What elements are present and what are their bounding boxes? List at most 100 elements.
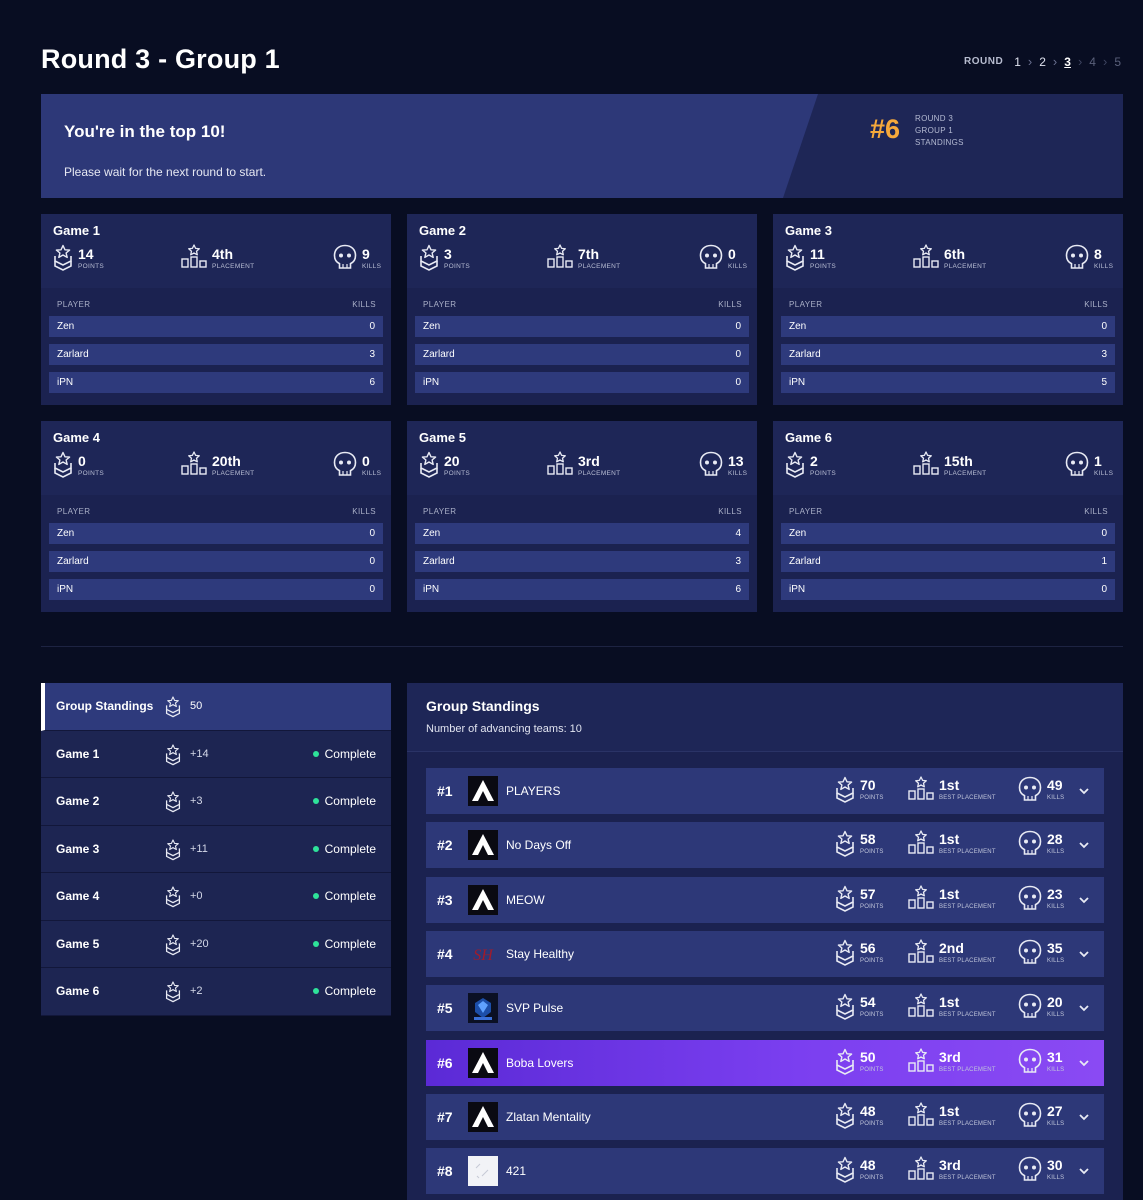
side-item-game-1[interactable]: Game 1 +14 Complete [41,730,391,778]
team-row[interactable]: #1 PLAYERS 70 POINTS 1st BEST PLACEMENT 49… [426,768,1104,814]
team-points: 58 [860,831,876,848]
points-label: POINTS [860,795,884,801]
placement-podium-icon [908,884,934,913]
points-value: 2 [810,453,818,469]
team-row[interactable]: #4 SH Stay Healthy 56 POINTS 2nd BEST PLAC… [426,930,1104,977]
placement-podium-icon [181,451,207,479]
game-card-header: Game 1 14 POINTS 4th PLACEMENT 9 KILLS [41,214,391,288]
player-name: iPN [423,377,440,388]
best-placement-label: BEST PLACEMENT [939,903,996,910]
player-name: Zen [423,321,441,332]
round-link-3[interactable]: 3 [1064,55,1071,69]
player-kills: 3 [1101,349,1107,360]
chevron-down-icon[interactable] [1078,838,1090,850]
game-card: Game 1 14 POINTS 4th PLACEMENT 9 KILLS PLAY… [41,214,391,405]
team-points-stat: 58 POINTS [835,830,884,858]
best-placement-label: BEST PLACEMENT [939,795,996,801]
team-points-stat: 48 POINTS [835,1102,884,1130]
player-name: iPN [57,377,74,388]
round-link-2[interactable]: 2 [1039,55,1046,69]
round-link-1[interactable]: 1 [1014,55,1021,69]
team-kills: 31 [1047,1048,1063,1065]
best-placement-label: BEST PLACEMENT [939,957,996,964]
side-item-game-3[interactable]: Game 3 +11 Complete [41,825,391,873]
team-row[interactable]: #3 MEOW 57 POINTS 1st BEST PLACEMENT 23 KIL… [426,876,1104,923]
points-icon [835,1102,855,1130]
team-best-placement: 1st [939,885,960,902]
kills-value: 1 [1094,453,1102,469]
player-kills: 0 [1101,584,1107,595]
game-card-header: Game 4 0 POINTS 20th PLACEMENT 0 KILLS [41,421,391,495]
side-item-game-6[interactable]: Game 6 +2 Complete [41,968,391,1016]
side-item-game-4[interactable]: Game 4 +0 Complete [41,873,391,921]
player-name: iPN [423,584,440,595]
player-row: Zarlard 3 [781,344,1115,365]
team-kills-stat: 28 KILLS [1018,830,1064,858]
kills-column-header: KILLS [718,300,742,309]
side-item-game-2[interactable]: Game 2 +3 Complete [41,778,391,826]
status-dot-icon [312,750,319,757]
player-row: Zen 0 [49,316,383,337]
team-kills: 23 [1047,885,1063,902]
team-best-placement: 3rd [939,1048,961,1065]
points-icon [165,743,181,767]
team-name: 421 [506,1164,527,1179]
player-row: Zen 0 [415,316,749,337]
side-item-label: Game 5 [56,936,100,951]
chevron-down-icon[interactable] [1078,893,1090,905]
player-kills: 6 [735,584,741,595]
player-name: iPN [789,377,806,388]
team-row[interactable]: #7 Zlatan Mentality 48 POINTS 1st BEST PLA… [426,1093,1104,1140]
game-placement-stat: 6th PLACEMENT [913,244,986,272]
chevron-down-icon[interactable] [1078,1110,1090,1122]
team-name: Boba Lovers [506,1055,574,1070]
team-best-placement: 3rd [939,1157,961,1174]
team-points: 48 [860,1157,876,1174]
points-icon [165,790,181,814]
team-placement-stat: 3rd BEST PLACEMENT [908,1047,996,1076]
team-row[interactable]: #2 No Days Off 58 POINTS 1st BEST PLACEMEN… [426,822,1104,869]
team-kills: 49 [1047,777,1063,793]
chevron-down-icon[interactable] [1078,1164,1090,1176]
placement-label: PLACEMENT [212,470,255,477]
points-icon [835,1048,855,1076]
side-item-game-5[interactable]: Game 5 +20 Complete [41,920,391,968]
team-row[interactable]: #5 SVP Pulse 54 POINTS 1st BEST PLACEMENT … [426,985,1104,1032]
best-placement-label: BEST PLACEMENT [939,1120,996,1127]
team-row[interactable]: #6 Boba Lovers 50 POINTS 3rd BEST PLACEMEN… [426,1039,1104,1086]
best-placement-label: BEST PLACEMENT [939,1066,996,1073]
chevron-down-icon[interactable] [1078,784,1090,796]
placement-label: PLACEMENT [944,470,987,477]
round-nav-label: ROUND [964,56,1004,67]
side-item-group-standings[interactable]: Group Standings 50 [41,683,391,731]
status-text: Complete [324,936,376,951]
player-kills: 0 [1101,321,1107,332]
team-logo [468,884,498,915]
kills-label: KILLS [1047,795,1065,801]
game-title: Game 2 [419,223,466,238]
chevron-down-icon[interactable] [1078,947,1090,959]
group-standings-panel: Group Standings Number of advancing team… [407,683,1123,1200]
team-points: 50 [860,1048,876,1065]
game-card: Game 3 11 POINTS 6th PLACEMENT 8 KILLS PLAY… [773,214,1123,405]
game-title: Game 4 [53,430,100,445]
standings-title: Group Standings [426,698,540,714]
game-title: Game 1 [53,223,100,238]
points-icon [835,776,855,804]
kills-value: 8 [1094,246,1102,262]
points-icon [835,885,855,913]
player-name: Zen [57,528,75,539]
kills-label: KILLS [1047,1120,1065,1127]
chevron-down-icon[interactable] [1078,1056,1090,1068]
chevron-down-icon[interactable] [1078,1001,1090,1013]
game-card-header: Game 3 11 POINTS 6th PLACEMENT 8 KILLS [773,214,1123,288]
side-item-label: Game 2 [56,794,100,809]
player-kills: 6 [369,377,375,388]
game-points-stat: 0 POINTS [53,451,104,479]
game-kills-stat: 13 KILLS [699,451,747,479]
team-row[interactable]: #8 421 48 POINTS 3rd BEST PLACEMENT 30 KILL… [426,1148,1104,1195]
team-placement-stat: 2nd BEST PLACEMENT [908,939,996,967]
side-item-points: +0 [190,890,203,903]
side-item-label: Game 1 [56,746,100,761]
placement-podium-icon [908,993,934,1021]
